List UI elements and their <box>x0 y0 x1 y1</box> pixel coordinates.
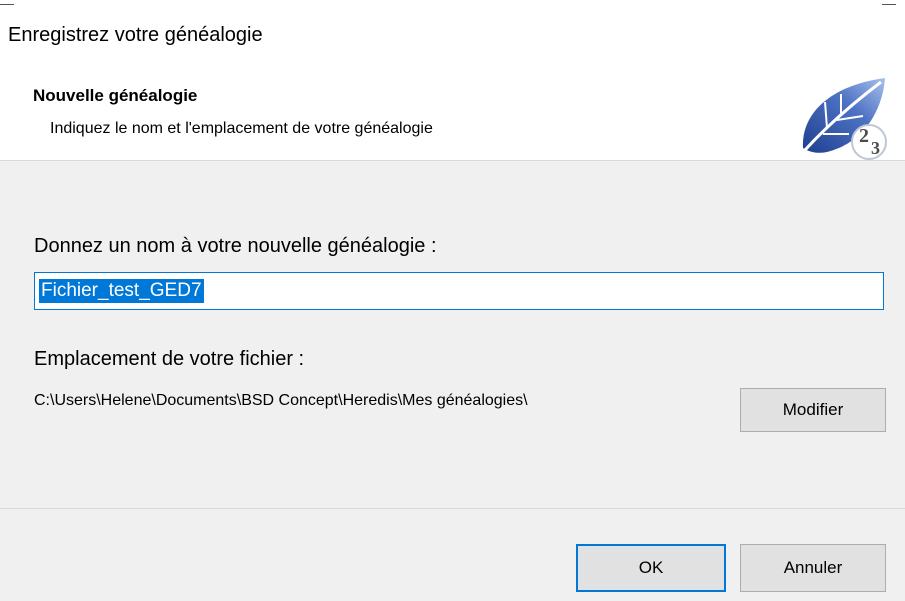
top-edge <box>0 0 905 6</box>
cancel-button[interactable]: Annuler <box>740 544 886 592</box>
header-subtitle: Indiquez le nom et l'emplacement de votr… <box>50 120 433 137</box>
genealogy-name-selected-text[interactable]: Fichier_test_GED7 <box>39 279 204 303</box>
edge-line-right <box>882 4 896 5</box>
file-location-label: Emplacement de votre fichier : <box>34 348 305 370</box>
window-title: Enregistrez votre généalogie <box>8 24 263 46</box>
genealogy-name-input[interactable]: Fichier_test_GED7 <box>34 272 884 310</box>
dialog-footer: OK Annuler <box>0 508 905 601</box>
header-title: Nouvelle généalogie <box>33 86 198 105</box>
dialog-content: Donnez un nom à votre nouvelle généalogi… <box>0 161 905 508</box>
leaf-logo-svg: 2 3 <box>802 78 887 160</box>
dialog-window: Enregistrez votre généalogie Nouvelle gé… <box>0 0 905 601</box>
genealogy-name-label: Donnez un nom à votre nouvelle généalogi… <box>34 235 437 257</box>
dialog-header: Nouvelle généalogie Indiquez le nom et l… <box>0 70 905 161</box>
file-location-path: C:\Users\Helene\Documents\BSD Concept\He… <box>34 392 528 409</box>
logo-digit-3: 3 <box>871 138 880 158</box>
ok-button[interactable]: OK <box>576 544 726 592</box>
logo-digit-2: 2 <box>859 125 869 147</box>
modify-location-button[interactable]: Modifier <box>740 388 886 432</box>
heredis-leaf-logo-icon: 2 3 <box>797 76 889 160</box>
edge-line-left <box>0 4 14 5</box>
title-bar: Enregistrez votre généalogie <box>0 0 905 70</box>
